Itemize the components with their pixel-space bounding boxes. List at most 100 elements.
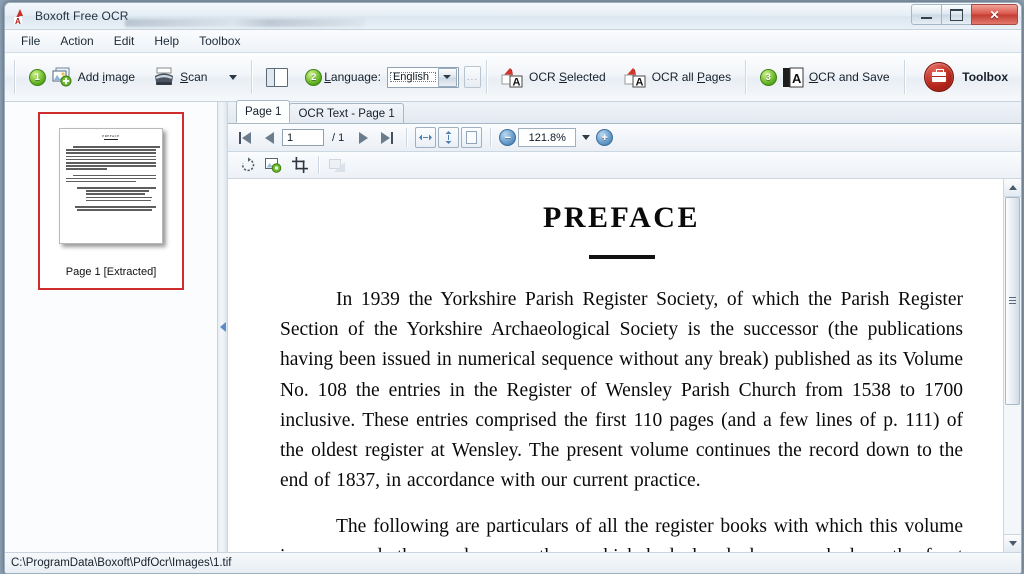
status-bar: C:\ProgramData\Boxoft\PdfOcr\Images\1.ti…: [5, 552, 1021, 573]
document-paragraph-1: In 1939 the Yorkshire Parish Register So…: [280, 289, 963, 492]
toolbox-label: Toolbox: [962, 70, 1009, 84]
page-number-input[interactable]: 1: [282, 129, 324, 146]
language-value: English: [389, 71, 437, 83]
zoom-in-button[interactable]: +: [596, 129, 614, 146]
fit-height-button[interactable]: [438, 127, 460, 148]
step-3-badge: 3: [759, 68, 777, 86]
chevron-down-icon[interactable]: [437, 67, 457, 87]
menu-bar: File Action Edit Help Toolbox: [5, 30, 1021, 53]
chevron-right-icon: [358, 131, 368, 144]
chevron-down-icon[interactable]: [582, 135, 591, 140]
ocr-all-pages-icon: A: [624, 67, 647, 88]
document-page: PREFACE In 1939 the Yorkshire Parish Reg…: [228, 179, 1003, 552]
page-navigation-bar: 1 / 1 − 121.8% +: [228, 124, 1021, 152]
zoom-out-button[interactable]: −: [499, 129, 517, 146]
next-page-button[interactable]: [352, 127, 374, 149]
document-content: PREFACE In 1939 the Yorkshire Parish Reg…: [280, 201, 963, 552]
tab-strip: Page 1 OCR Text - Page 1: [228, 100, 1021, 124]
close-button[interactable]: ✕: [971, 4, 1018, 25]
ocr-and-save-button[interactable]: 3 A OCR and Save: [751, 56, 899, 98]
scanner-icon: [153, 67, 175, 87]
last-page-button[interactable]: [376, 127, 398, 149]
adjust-image-button[interactable]: [262, 154, 285, 177]
svg-text:A: A: [15, 17, 21, 25]
status-file-path: C:\ProgramData\Boxoft\PdfOcr\Images\1.ti…: [11, 557, 232, 569]
scan-dropdown-button[interactable]: [216, 56, 246, 98]
thumbnail-preview-image: PREFACE: [59, 128, 163, 244]
actual-size-button[interactable]: [461, 127, 483, 148]
ocr-selected-label: OCR Selected: [528, 70, 606, 84]
scan-button[interactable]: Scan: [144, 56, 216, 98]
menu-help[interactable]: Help: [144, 31, 189, 51]
minimize-icon: [921, 16, 932, 19]
undo-button: [326, 154, 349, 177]
document-pane: Page 1 OCR Text - Page 1 1 / 1 − 121.8% …: [228, 100, 1021, 552]
chevron-down-icon: [1008, 541, 1017, 546]
tab-ocr-text-page-1[interactable]: OCR Text - Page 1: [289, 103, 404, 123]
scroll-thumb[interactable]: [1005, 197, 1020, 405]
previous-page-button[interactable]: [258, 127, 280, 149]
first-page-icon: [239, 131, 241, 144]
document-heading: PREFACE: [543, 201, 700, 234]
thumbnail-caption: Page 1 [Extracted]: [65, 266, 157, 278]
menu-edit[interactable]: Edit: [104, 31, 145, 51]
fit-width-button[interactable]: [415, 127, 437, 148]
thumbnail-pane[interactable]: PREFACE Page 1 [Extracted]: [5, 102, 218, 552]
panel-layout-icon: [266, 67, 289, 87]
zoom-level-value[interactable]: 121.8%: [518, 128, 577, 147]
toolbar-separator: [14, 60, 15, 94]
ocr-and-save-label: OCR and Save: [808, 70, 890, 84]
add-image-label: Add image: [77, 70, 136, 84]
language-select[interactable]: English: [386, 66, 459, 88]
title-bar-glare: [125, 19, 365, 27]
document-vertical-scrollbar[interactable]: [1003, 179, 1021, 552]
menu-file[interactable]: File: [11, 31, 50, 51]
window-controls: ✕: [911, 4, 1018, 25]
thumbnail-page-1[interactable]: PREFACE Page 1 [Extracted]: [38, 112, 184, 290]
step-2-badge: 2: [305, 68, 323, 86]
app-window: A Boxoft Free OCR ✕ File Action Edit Hel…: [4, 2, 1022, 574]
tab-page-1[interactable]: Page 1: [236, 100, 291, 123]
thumbnail-doc-rule: [104, 139, 118, 140]
document-viewer: PREFACE In 1939 the Yorkshire Parish Reg…: [228, 179, 1021, 552]
app-icon: A: [12, 7, 30, 26]
toolbar-separator-5: [903, 60, 905, 94]
menu-toolbox[interactable]: Toolbox: [189, 31, 250, 51]
panel-right: [275, 68, 288, 86]
ocr-selected-button[interactable]: A OCR Selected: [492, 56, 615, 98]
step-1-badge: 1: [28, 68, 46, 86]
ocr-all-pages-button[interactable]: A OCR all Pages: [615, 56, 740, 98]
page-total-label: / 1: [332, 131, 345, 144]
title-bar: A Boxoft Free OCR ✕: [5, 3, 1021, 30]
chevron-left-icon: [264, 131, 274, 144]
scroll-track[interactable]: [1004, 197, 1021, 534]
add-image-button[interactable]: 1 Add image: [20, 56, 144, 98]
crop-button[interactable]: [288, 154, 311, 177]
toolbox-icon: [924, 62, 955, 92]
scroll-down-button[interactable]: [1004, 534, 1021, 552]
language-label: Language:: [324, 70, 381, 84]
scroll-thumb-grip: [1009, 297, 1016, 305]
first-page-button[interactable]: [234, 127, 256, 149]
scroll-up-button[interactable]: [1004, 179, 1021, 197]
document-paragraph-2: The following are particulars of all the…: [280, 515, 963, 552]
toolbox-button[interactable]: Toolbox: [909, 56, 1017, 98]
chevron-left-icon[interactable]: [219, 322, 226, 332]
minimize-button[interactable]: [911, 4, 941, 25]
panel-layout-button[interactable]: [257, 56, 297, 98]
toolbar-separator-4: [745, 60, 746, 94]
add-image-icon: [51, 67, 73, 87]
maximize-button[interactable]: [941, 4, 971, 25]
svg-text:A: A: [512, 76, 520, 88]
window-title: Boxoft Free OCR: [35, 9, 129, 23]
chevron-down-icon: [229, 74, 238, 80]
ocr-selected-icon: A: [501, 67, 524, 88]
panel-left: [267, 68, 276, 86]
image-edit-toolbar: [228, 152, 1021, 179]
ocr-and-save-icon: A: [782, 67, 804, 88]
rotate-button[interactable]: [236, 154, 259, 177]
main-body: PREFACE Page 1 [Extracted] Page 1 OCR Te…: [5, 100, 1021, 552]
pane-splitter[interactable]: [218, 102, 228, 552]
menu-action[interactable]: Action: [50, 31, 103, 51]
language-browse-button[interactable]: ...: [463, 66, 482, 88]
